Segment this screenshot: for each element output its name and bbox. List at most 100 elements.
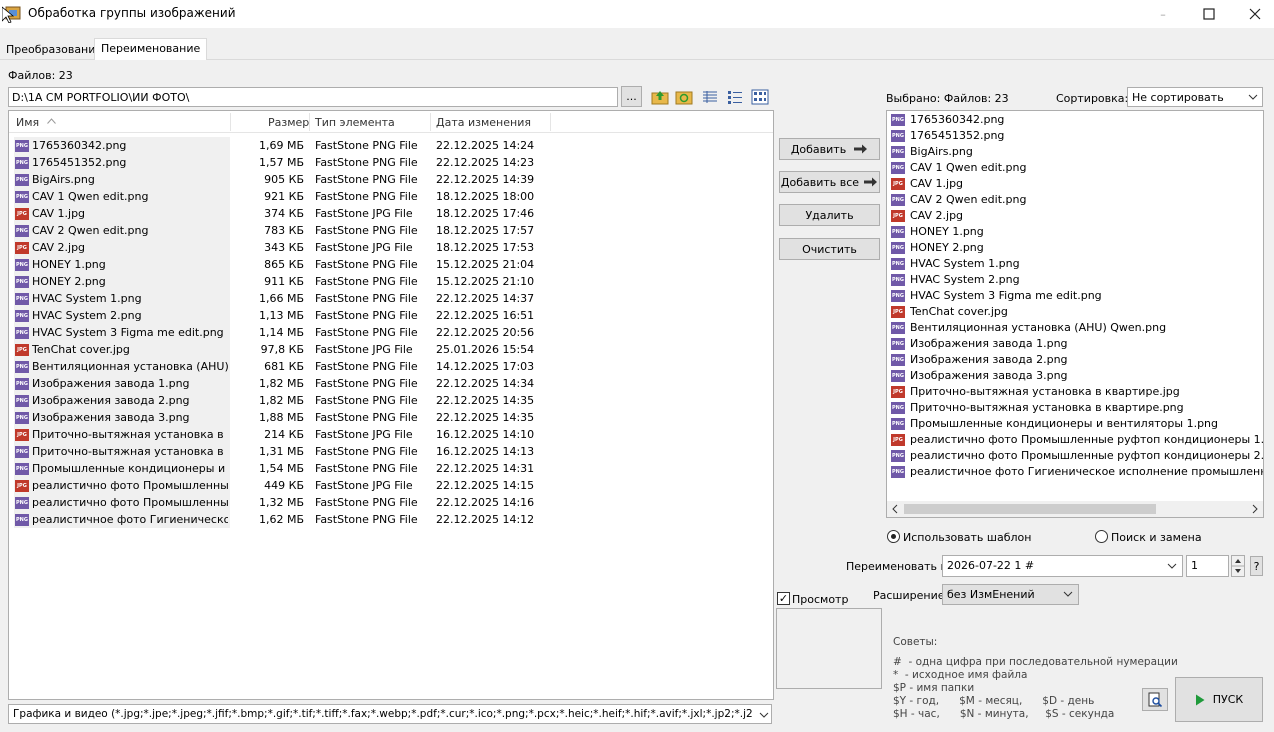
rename-label: Переименовать в: [846,560,951,573]
tip-line-1: # - одна цифра при последовательной нуме… [893,656,1178,668]
file-row[interactable]: PNG HVAC System 2.png 1,13 МБ FastStone PNG… [9,307,773,324]
path-field[interactable]: D:\1А СМ PORTFOLIO\ИИ ФОТО\ [8,87,618,107]
magnify-document-icon [1148,692,1163,707]
thumbnails-view-icon[interactable] [751,89,769,105]
selected-file-row[interactable]: PNG CAV 2 Qwen edit.png [887,192,1263,208]
selected-file-row[interactable]: PNG Промышленные кондиционеры и вентилято… [887,416,1263,432]
selected-file-row[interactable]: PNG HVAC System 2.png [887,272,1263,288]
selected-file-row[interactable]: PNG CAV 1 Qwen edit.png [887,160,1263,176]
horizontal-scrollbar[interactable] [887,501,1263,517]
selected-file-row[interactable]: JPG Приточно-вытяжная установка в квартир… [887,384,1263,400]
file-list[interactable]: Имя Размер Тип элемента Дата изменения P… [8,110,774,700]
file-kind: FastStone JPG File [315,343,413,356]
selected-file-row[interactable]: JPG реалистично фото Промышленные руфтоп … [887,432,1263,448]
file-type-icon: PNG [891,418,905,430]
selected-file-row[interactable]: JPG CAV 2.jpg [887,208,1263,224]
selected-file-row[interactable]: PNG HVAC System 3 Figma me edit.png [887,288,1263,304]
file-row[interactable]: PNG реалистично фото Промышленные ... 1,32… [9,494,773,511]
filter-dropdown-icon[interactable] [757,709,771,721]
scroll-thumb[interactable] [904,504,1156,514]
remove-button[interactable]: Удалить [779,204,880,226]
selected-file-row[interactable]: PNG HONEY 2.png [887,240,1263,256]
file-row[interactable]: PNGПромышленные кондиционеры и ве... 1,54… [9,460,773,477]
selected-file-row[interactable]: PNG Приточно-вытяжная установка в квартир… [887,400,1263,416]
clear-button[interactable]: Очистить [779,238,880,260]
file-kind: FastStone PNG File [315,224,418,237]
file-row[interactable]: PNG Изображения завода 3.png 1,88 МБ FastSt… [9,409,773,426]
close-button[interactable] [1232,0,1274,28]
file-row[interactable]: JPG CAV 1.jpg 374 КБ FastStone JPG File 18.1… [9,205,773,222]
browse-button[interactable]: ... [621,86,642,107]
file-row[interactable]: PNG 1765451352.png 1,57 МБ FastStone PNG Fi… [9,154,773,171]
column-date[interactable]: Дата изменения [436,116,531,129]
file-type-icon: PNG [891,242,905,254]
list-view-icon[interactable] [726,89,744,105]
selected-file-row[interactable]: JPG TenChat cover.jpg [887,304,1263,320]
preview-checkbox[interactable]: ✓ [777,592,790,605]
tab-rename[interactable]: Переименование [94,38,208,60]
tip-line-2: * - исходное имя файла [893,669,1028,681]
start-number-input[interactable]: 1 [1186,555,1229,577]
extension-select[interactable]: без ИзмЕнений [942,584,1079,605]
find-replace-label: Поиск и замена [1111,531,1202,544]
folder-up-icon[interactable] [651,89,669,105]
selected-file-row[interactable]: PNG Вентиляционная установка (AHU) Qwen.p… [887,320,1263,336]
rename-template-input[interactable]: 2026-07-22 1 # [942,555,1183,577]
file-row[interactable]: JPG CAV 2.jpg 343 КБ FastStone JPG File 18.1… [9,239,773,256]
file-row[interactable]: PNGреалистичное фото Гигиеническое ... 1,… [9,511,773,528]
add-all-button[interactable]: Добавить все [779,171,880,193]
selected-file-row[interactable]: PNG BigAirs.png [887,144,1263,160]
help-button[interactable]: ? [1250,556,1263,576]
file-row[interactable]: PNG Изображения завода 2.png 1,82 МБ FastSt… [9,392,773,409]
file-row[interactable]: PNG HVAC System 3 Figma me edit.png 1,14 М… [9,324,773,341]
file-size: 343 КБ [264,241,304,254]
file-row[interactable]: JPG реалистично фото Промышленные ... 449 … [9,477,773,494]
file-row[interactable]: PNG CAV 2 Qwen edit.png 783 КБ FastStone PN… [9,222,773,239]
maximize-button[interactable] [1186,0,1232,28]
find-replace-radio[interactable] [1095,530,1108,543]
file-type-filter[interactable]: Графика и видео (*.jpg;*.jpe;*.jpeg;*.jf… [8,704,772,724]
selected-file-row[interactable]: PNG HVAC System 1.png [887,256,1263,272]
file-kind: FastStone JPG File [315,207,413,220]
file-row[interactable]: PNG Приточно-вытяжная установка в к... 1,3… [9,443,773,460]
column-type[interactable]: Тип элемента [315,116,395,129]
refresh-folder-icon[interactable] [675,89,693,105]
column-size[interactable]: Размер [268,116,309,129]
selected-file-row[interactable]: JPG CAV 1.jpg [887,176,1263,192]
selected-file-row[interactable]: PNG 1765451352.png [887,128,1263,144]
preview-magnify-button[interactable] [1142,688,1168,711]
tab-convert[interactable]: Преобразование [0,41,108,61]
file-type-icon: PNG [15,446,29,458]
selected-file-row[interactable]: PNG Изображения завода 3.png [887,368,1263,384]
selected-file-row[interactable]: PNG реалистично фото Промышленные руфтоп … [887,448,1263,464]
use-template-radio[interactable] [887,530,900,543]
column-name[interactable]: Имя [16,116,39,129]
selected-file-row[interactable]: PNG 1765360342.png [887,112,1263,128]
use-template-label: Использовать шаблон [903,531,1032,544]
selected-file-row[interactable]: PNG Изображения завода 2.png [887,352,1263,368]
file-row[interactable]: PNG CAV 1 Qwen edit.png 921 КБ FastStone PN… [9,188,773,205]
file-row[interactable]: PNG 1765360342.png 1,69 МБ FastStone PNG Fi… [9,137,773,154]
preview-area [776,608,882,689]
file-size: 783 КБ [264,224,304,237]
file-row[interactable]: PNG HONEY 2.png 911 КБ FastStone PNG File 15… [9,273,773,290]
add-button[interactable]: Добавить [779,138,880,160]
file-row[interactable]: PNG BigAirs.png 905 КБ FastStone PNG File 22… [9,171,773,188]
selected-file-name: Изображения завода 1.png [910,337,1068,350]
selected-file-row[interactable]: PNG HONEY 1.png [887,224,1263,240]
run-button[interactable]: ПУСК [1175,677,1263,722]
file-row[interactable]: JPG TenChat cover.jpg 97,8 КБ FastStone JPG… [9,341,773,358]
minimize-button[interactable]: – [1140,0,1186,28]
file-row[interactable]: PNG HVAC System 1.png 1,66 МБ FastStone PNG… [9,290,773,307]
file-row[interactable]: PNGВентиляционная установка (AHU) Q... 68… [9,358,773,375]
sort-select[interactable]: Не сортировать [1127,87,1263,107]
file-type-icon: PNG [891,402,905,414]
details-view-icon[interactable] [701,89,719,105]
selected-file-row[interactable]: PNG Изображения завода 1.png [887,336,1263,352]
selected-files-list[interactable]: PNG 1765360342.png PNG 1765451352.png PNG Big… [886,110,1264,518]
file-row[interactable]: JPG Приточно-вытяжная установка в к... 214… [9,426,773,443]
number-spinner[interactable] [1231,555,1245,577]
file-row[interactable]: PNG HONEY 1.png 865 КБ FastStone PNG File 15… [9,256,773,273]
selected-file-row[interactable]: PNG реалистичное фото Гигиеническое испол… [887,464,1263,480]
file-row[interactable]: PNG Изображения завода 1.png 1,82 МБ FastSt… [9,375,773,392]
